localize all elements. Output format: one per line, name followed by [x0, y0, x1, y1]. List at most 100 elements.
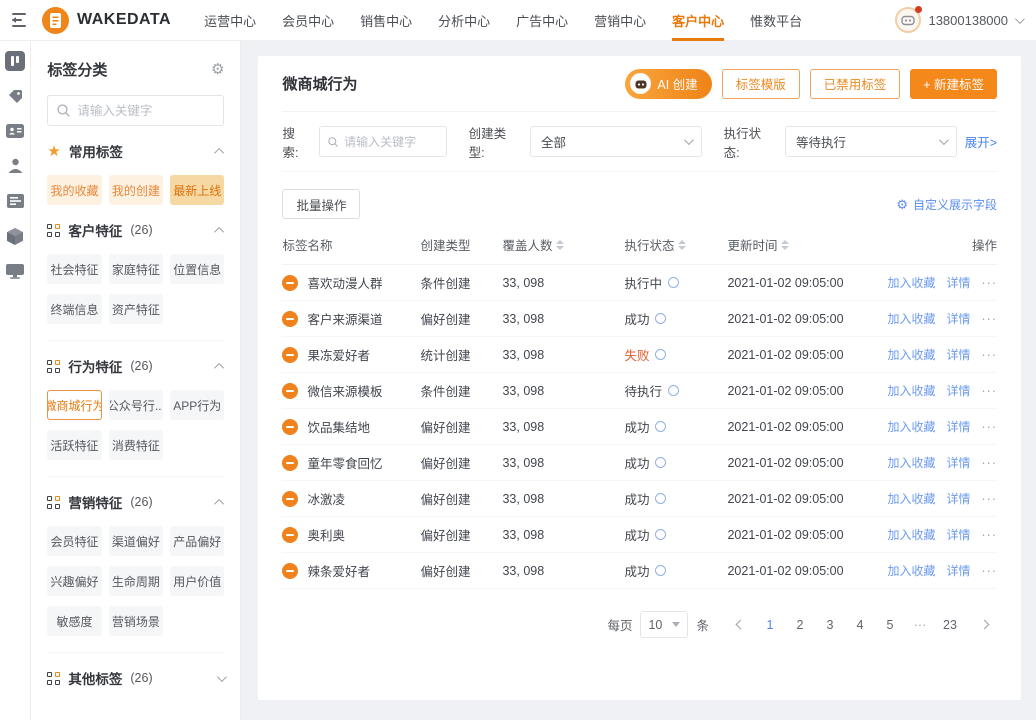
add-favorite-link[interactable]: 加入收藏 [887, 382, 935, 399]
table-row[interactable]: 辣条爱好者 偏好创建 33, 098 成功 2021-01-02 09:05:0… [282, 553, 997, 589]
tag-chip[interactable]: 兴趣偏好 [47, 566, 101, 596]
user-phone[interactable]: 13800138000 [928, 13, 1008, 28]
tag-chip[interactable]: 最新上线 [170, 175, 224, 205]
more-actions-icon[interactable]: ··· [982, 384, 998, 398]
detail-link[interactable]: 详情 [946, 382, 970, 399]
nav-item[interactable]: 客户中心 [659, 0, 737, 41]
tag-chip[interactable]: 消费特征 [109, 430, 163, 460]
page-number[interactable]: 2 [787, 612, 813, 638]
rail-user-icon[interactable] [5, 156, 25, 176]
collapse-icon[interactable] [215, 362, 225, 372]
tag-chip[interactable]: APP行为 [170, 390, 224, 420]
refresh-status-icon[interactable] [655, 565, 666, 576]
refresh-status-icon[interactable] [655, 493, 666, 504]
add-favorite-link[interactable]: 加入收藏 [887, 454, 935, 471]
refresh-status-icon[interactable] [668, 385, 679, 396]
sort-icon[interactable] [781, 240, 789, 250]
detail-link[interactable]: 详情 [946, 490, 970, 507]
detail-link[interactable]: 详情 [946, 562, 970, 579]
page-number[interactable]: ··· [907, 612, 933, 638]
tag-chip[interactable]: 微商城行为 [47, 390, 101, 420]
menu-fold-icon[interactable] [12, 13, 28, 27]
sort-icon[interactable] [556, 240, 564, 250]
refresh-status-icon[interactable] [655, 529, 666, 540]
nav-item[interactable]: 销售中心 [347, 0, 425, 41]
tag-chip[interactable]: 用户价值 [170, 566, 224, 596]
keyword-search-input[interactable] [344, 135, 438, 149]
more-actions-icon[interactable]: ··· [982, 456, 998, 470]
create-type-select[interactable]: 全部 [530, 126, 702, 157]
column-header[interactable]: 创建类型 [420, 235, 502, 254]
detail-link[interactable]: 详情 [946, 346, 970, 363]
column-header[interactable]: 操作 [887, 235, 997, 254]
nav-item[interactable]: 惟数平台 [737, 0, 815, 41]
detail-link[interactable]: 详情 [946, 454, 970, 471]
refresh-status-icon[interactable] [655, 421, 666, 432]
add-favorite-link[interactable]: 加入收藏 [887, 346, 935, 363]
expand-icon[interactable] [217, 672, 227, 682]
per-page-select[interactable]: 10 [640, 611, 688, 638]
tag-chip[interactable]: 敏感度 [47, 606, 101, 636]
more-actions-icon[interactable]: ··· [982, 276, 998, 290]
section-header[interactable]: ★ 常用标签 [47, 141, 224, 161]
tag-chip[interactable]: 活跃特征 [47, 430, 101, 460]
rail-kanban-icon[interactable] [5, 51, 25, 71]
add-favorite-link[interactable]: 加入收藏 [887, 490, 935, 507]
section-header[interactable]: 客户特征 (26) [47, 220, 224, 240]
batch-actions-button[interactable]: 批量操作 [282, 189, 360, 219]
section-header[interactable]: 其他标签 (26) [47, 668, 224, 688]
tag-chip[interactable]: 渠道偏好 [109, 526, 163, 556]
new-tag-button[interactable]: + 新建标签 [910, 69, 997, 99]
page-number[interactable]: 3 [817, 612, 843, 638]
table-row[interactable]: 客户来源渠道 偏好创建 33, 098 成功 2021-01-02 09:05:… [282, 301, 997, 337]
tag-chip[interactable]: 我的收藏 [47, 175, 101, 205]
chevron-down-icon[interactable] [1015, 14, 1025, 24]
add-favorite-link[interactable]: 加入收藏 [887, 526, 935, 543]
tag-chip[interactable]: 生命周期 [109, 566, 163, 596]
add-favorite-link[interactable]: 加入收藏 [887, 274, 935, 291]
detail-link[interactable]: 详情 [946, 526, 970, 543]
exec-status-select[interactable]: 等待执行 [785, 126, 957, 157]
table-row[interactable]: 微信来源模板 条件创建 33, 098 待执行 2021-01-02 09:05… [282, 373, 997, 409]
collapse-icon[interactable] [215, 147, 225, 157]
sort-icon[interactable] [678, 240, 686, 250]
tag-chip[interactable]: 位置信息 [170, 254, 224, 284]
rail-monitor-icon[interactable] [5, 261, 25, 281]
table-row[interactable]: 童年零食回忆 偏好创建 33, 098 成功 2021-01-02 09:05:… [282, 445, 997, 481]
nav-item[interactable]: 分析中心 [425, 0, 503, 41]
expand-filters-link[interactable]: 展开> [965, 132, 997, 151]
disabled-tags-button[interactable]: 已禁用标签 [810, 69, 901, 99]
column-header[interactable]: 覆盖人数 [502, 235, 624, 254]
tag-chip[interactable]: 终端信息 [47, 294, 101, 324]
column-header[interactable]: 更新时间 [727, 235, 887, 254]
nav-item[interactable]: 广告中心 [503, 0, 581, 41]
rail-tag-icon[interactable] [5, 86, 25, 106]
tag-chip[interactable]: 营销场景 [109, 606, 163, 636]
nav-item[interactable]: 运营中心 [191, 0, 269, 41]
table-row[interactable]: 果冻爱好者 统计创建 33, 098 失败 2021-01-02 09:05:0… [282, 337, 997, 373]
more-actions-icon[interactable]: ··· [982, 420, 998, 434]
more-actions-icon[interactable]: ··· [982, 492, 998, 506]
column-header[interactable]: 标签名称 [282, 235, 420, 254]
panel-search[interactable] [47, 95, 224, 126]
tag-chip[interactable]: 资产特征 [109, 294, 163, 324]
tag-template-button[interactable]: 标签模版 [722, 69, 800, 99]
more-actions-icon[interactable]: ··· [982, 564, 998, 578]
more-actions-icon[interactable]: ··· [982, 348, 998, 362]
tag-chip[interactable]: 我的创建 [109, 175, 163, 205]
collapse-icon[interactable] [215, 498, 225, 508]
rail-report-icon[interactable] [5, 191, 25, 211]
section-header[interactable]: 行为特征 (26) [47, 356, 224, 376]
detail-link[interactable]: 详情 [946, 418, 970, 435]
user-avatar[interactable] [895, 7, 921, 33]
tag-chip[interactable]: 家庭特征 [109, 254, 163, 284]
tag-chip[interactable]: 社会特征 [47, 254, 101, 284]
nav-item[interactable]: 营销中心 [581, 0, 659, 41]
more-actions-icon[interactable]: ··· [982, 312, 998, 326]
page-number[interactable]: 23 [937, 612, 963, 638]
keyword-search[interactable] [319, 126, 447, 157]
more-actions-icon[interactable]: ··· [982, 528, 998, 542]
add-favorite-link[interactable]: 加入收藏 [887, 310, 935, 327]
column-header[interactable]: 执行状态 [624, 235, 727, 254]
detail-link[interactable]: 详情 [946, 310, 970, 327]
